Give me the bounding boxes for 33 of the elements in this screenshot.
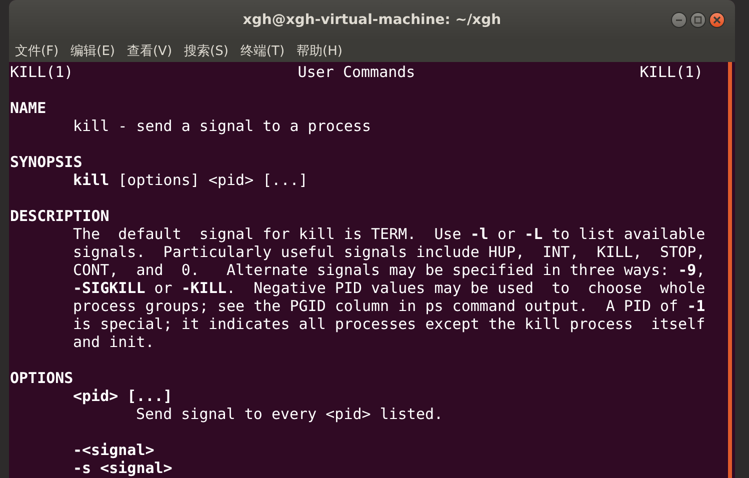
- section-heading: SYNOPSIS: [10, 153, 84, 171]
- close-icon: [713, 16, 721, 24]
- section-heading: NAME: [10, 99, 48, 117]
- page-header: KILL(1): [640, 63, 703, 81]
- text-line: is special; it indicates all processes except the kill process itself: [72, 315, 706, 333]
- window-title: xgh@xgh-virtual-machine: ~/xgh: [242, 12, 502, 28]
- close-button[interactable]: [709, 12, 725, 28]
- text-line: -<signal>: [72, 441, 156, 459]
- text-line: kill - send a signal to a process: [72, 117, 372, 135]
- text-line: The default signal for kill is TERM. Use -l or -L to list available: [72, 225, 706, 243]
- text-line: -SIGKILL or -KILL. Negative PID values may be used to choose whole: [72, 279, 706, 297]
- page-header: KILL(1): [10, 63, 74, 81]
- text-line: process groups; see the PGID column in ps command output. A PID of -1: [72, 297, 706, 315]
- scrollbar[interactable]: [728, 62, 732, 478]
- menu-item[interactable]: 帮助(H): [296, 42, 354, 60]
- text-line: kill [options] <pid> [...]: [72, 171, 309, 189]
- text-line: signals. Particularly useful signals include HUP, INT, KILL, STOP,: [72, 243, 706, 261]
- menu-item[interactable]: 文件(F): [15, 42, 71, 60]
- maximize-button[interactable]: [690, 12, 706, 28]
- maximize-icon: [694, 16, 702, 24]
- minimize-button[interactable]: [671, 12, 687, 28]
- menu-item[interactable]: 查看(V): [126, 42, 184, 60]
- menu-item[interactable]: 搜索(S): [184, 42, 240, 60]
- text-line: Send signal to every <pid> listed.: [135, 405, 444, 423]
- page-header: User Commands: [298, 63, 416, 81]
- text-line: CONT, and 0. Alternate signals may be specified in three ways: -9,: [72, 261, 706, 279]
- text-line: <pid> [...]: [72, 387, 174, 405]
- text-line: and init.: [72, 333, 156, 351]
- menu-item[interactable]: 编辑(E): [70, 42, 127, 60]
- menu-item[interactable]: 终端(T): [240, 42, 297, 60]
- section-heading: DESCRIPTION: [10, 207, 110, 225]
- text-line: -s <signal>: [72, 459, 174, 477]
- section-heading: OPTIONS: [10, 369, 74, 387]
